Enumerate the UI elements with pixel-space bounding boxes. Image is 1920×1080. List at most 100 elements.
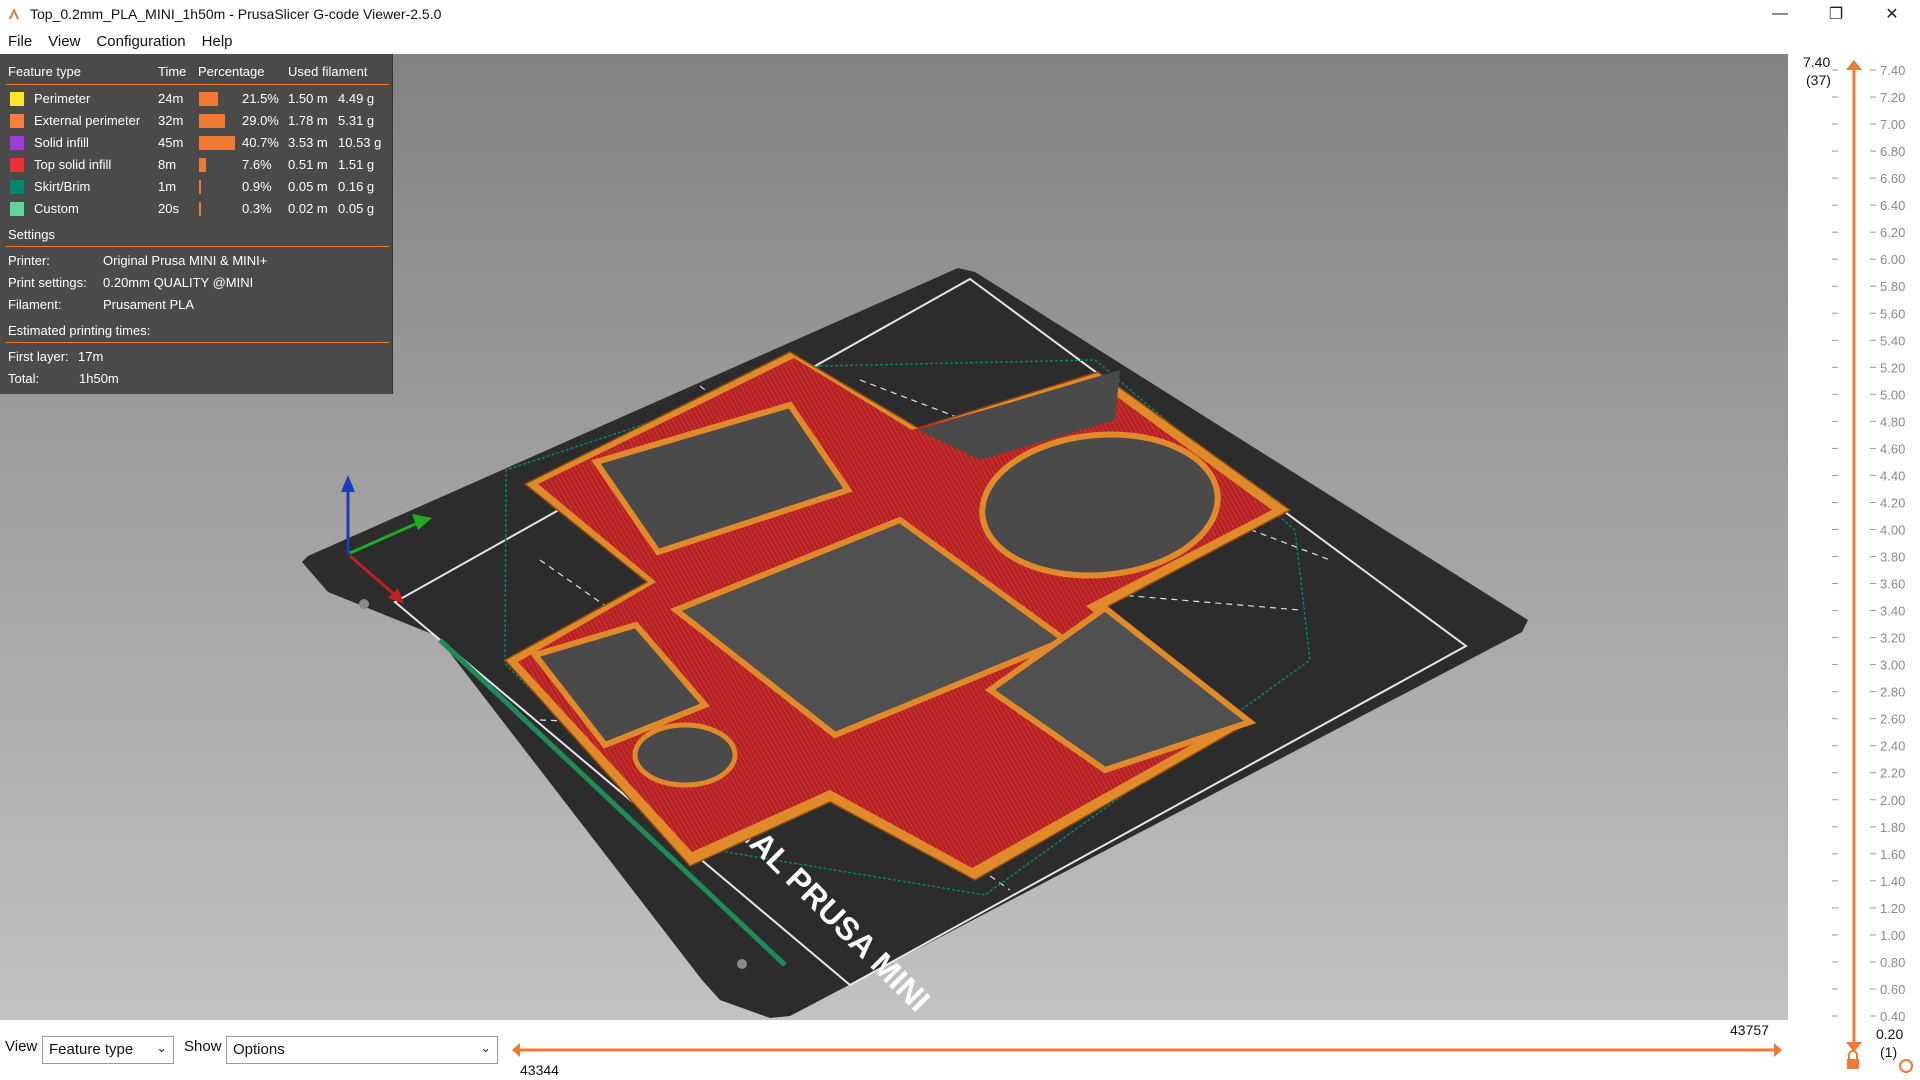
layer-tick-label: 6.60 (1880, 171, 1905, 186)
feature-weight: 5.31 g (338, 113, 375, 128)
legend-row[interactable]: Top solid infill 8m 7.6% 0.51 m 1.51 g (0, 154, 393, 176)
layer-tick-label: 4.60 (1880, 441, 1905, 456)
feature-color-swatch (10, 136, 24, 150)
lock-icon (1847, 1059, 1859, 1069)
feature-time: 1m (158, 179, 177, 194)
feature-time: 20s (158, 201, 179, 216)
show-options-select[interactable]: Options ⌄ (226, 1036, 498, 1064)
feature-weight: 0.05 g (338, 201, 375, 216)
setting-key: Filament: (8, 297, 62, 312)
layer-tick-label: 6.20 (1880, 225, 1905, 240)
setting-value: 0.20mm QUALITY @MINI (103, 275, 254, 290)
feature-length: 0.51 m (288, 157, 328, 172)
slider-top-thumb (1846, 60, 1862, 70)
show-options-value: Options (233, 1041, 285, 1058)
feature-color-swatch (10, 114, 24, 128)
feature-percentage-bar (199, 114, 225, 128)
layer-tick-label: 5.20 (1880, 360, 1905, 375)
feature-percentage-bar (199, 180, 201, 194)
move-slider-left-value: 43344 (520, 1062, 559, 1078)
times-title: Estimated printing times: (8, 323, 151, 338)
layer-tick-label: 1.20 (1880, 901, 1905, 916)
feature-color-swatch (10, 202, 24, 216)
feature-name: Solid infill (34, 135, 89, 150)
feature-length: 0.05 m (288, 179, 328, 194)
layer-tick-label: 5.60 (1880, 306, 1905, 321)
feature-time: 32m (158, 113, 184, 128)
window-title: Top_0.2mm_PLA_MINI_1h50m - PrusaSlicer G… (30, 6, 442, 22)
time-key: Total: (8, 371, 40, 386)
chevron-down-icon: ⌄ (480, 1040, 491, 1055)
move-slider-right-value: 43757 (1730, 1022, 1769, 1038)
feature-name: Perimeter (34, 91, 91, 106)
layer-tick-label: 4.80 (1880, 414, 1905, 429)
feature-percentage: 7.6% (242, 157, 272, 172)
legend-row[interactable]: Perimeter 24m 21.5% 1.50 m 4.49 g (0, 88, 393, 110)
close-button[interactable]: ✕ (1864, 0, 1920, 28)
time-value: 1h50m (79, 371, 119, 386)
minimize-button[interactable]: — (1752, 0, 1808, 28)
feature-name: Custom (34, 201, 79, 216)
feature-length: 0.02 m (288, 201, 328, 216)
feature-color-swatch (10, 92, 24, 106)
menu-configuration[interactable]: Configuration (88, 33, 193, 50)
legend-divider (6, 84, 389, 85)
menu-bar: File View Configuration Help (0, 28, 1920, 54)
settings-divider (6, 246, 389, 247)
feature-weight: 1.51 g (338, 157, 375, 172)
layer-tick-label: 2.40 (1880, 739, 1905, 754)
feature-name: External perimeter (34, 113, 141, 128)
legend-row[interactable]: Solid infill 45m 40.7% 3.53 m 10.53 g (0, 132, 393, 154)
show-label: Show (184, 1038, 222, 1055)
view-label: View (5, 1038, 38, 1055)
layer-tick-label: 0.40 (1880, 1009, 1905, 1024)
move-slider-graphic[interactable] (508, 1038, 1788, 1062)
legend-header-percentage: Percentage (198, 64, 265, 79)
chevron-down-icon: ⌄ (156, 1040, 167, 1055)
feature-percentage-bar (199, 202, 201, 216)
feature-length: 1.50 m (288, 91, 328, 106)
menu-view[interactable]: View (40, 33, 88, 50)
legend-row[interactable]: Custom 20s 0.3% 0.02 m 0.05 g (0, 198, 393, 220)
view-type-select[interactable]: Feature type ⌄ (42, 1036, 174, 1064)
feature-time: 8m (158, 157, 177, 172)
feature-percentage: 0.3% (242, 201, 272, 216)
title-bar: Top_0.2mm_PLA_MINI_1h50m - PrusaSlicer G… (0, 0, 1920, 28)
layer-tick-label: 0.60 (1880, 982, 1905, 997)
legend-row[interactable]: External perimeter 32m 29.0% 1.78 m 5.31 g (0, 110, 393, 132)
feature-percentage-bar (199, 158, 206, 172)
layer-tick-label: 1.00 (1880, 928, 1905, 943)
feature-percentage: 29.0% (242, 113, 279, 128)
setting-value: Original Prusa MINI & MINI+ (103, 253, 268, 268)
layer-tick-label: 2.20 (1880, 766, 1905, 781)
feature-weight: 10.53 g (338, 135, 382, 150)
layer-tick-label: 2.00 (1880, 793, 1905, 808)
layer-tick-label: 3.20 (1880, 631, 1905, 646)
feature-time: 24m (158, 91, 184, 106)
layer-height-slider[interactable]: 7.40 7.20 7.00 6.80 6.60 6.40 6.20 6.00 5.80 5.60… (1788, 54, 1920, 1080)
time-value: 17m (78, 349, 104, 364)
layer-tick-label: 2.60 (1880, 712, 1905, 727)
maximize-button[interactable]: ❐ (1808, 0, 1864, 28)
feature-percentage: 40.7% (242, 135, 279, 150)
layer-tick-label: 2.80 (1880, 685, 1905, 700)
top-layer-number: (37) (1806, 72, 1831, 88)
feature-percentage: 21.5% (242, 91, 279, 106)
setting-key: Print settings: (8, 275, 87, 290)
bottom-layer-value: 0.20 (1876, 1026, 1904, 1042)
layer-tick-label: 3.80 (1880, 550, 1905, 565)
layer-tick-label: 1.80 (1880, 820, 1905, 835)
layer-slider-graphic[interactable]: 7.40 7.20 7.00 6.80 6.60 6.40 6.20 6.00 5.80 5.60… (1788, 54, 1920, 1080)
feature-percentage-bar (199, 136, 235, 150)
slider-left-thumb (512, 1043, 520, 1057)
feature-percentage: 0.9% (242, 179, 272, 194)
feature-name: Skirt/Brim (34, 179, 91, 194)
feature-length: 3.53 m (288, 135, 328, 150)
layer-tick-label: 5.00 (1880, 387, 1905, 402)
feature-weight: 4.49 g (338, 91, 375, 106)
legend-row[interactable]: Skirt/Brim 1m 0.9% 0.05 m 0.16 g (0, 176, 393, 198)
menu-file[interactable]: File (0, 33, 40, 50)
layer-tick-label: 4.40 (1880, 468, 1905, 483)
menu-help[interactable]: Help (194, 33, 241, 50)
times-divider (6, 342, 389, 343)
